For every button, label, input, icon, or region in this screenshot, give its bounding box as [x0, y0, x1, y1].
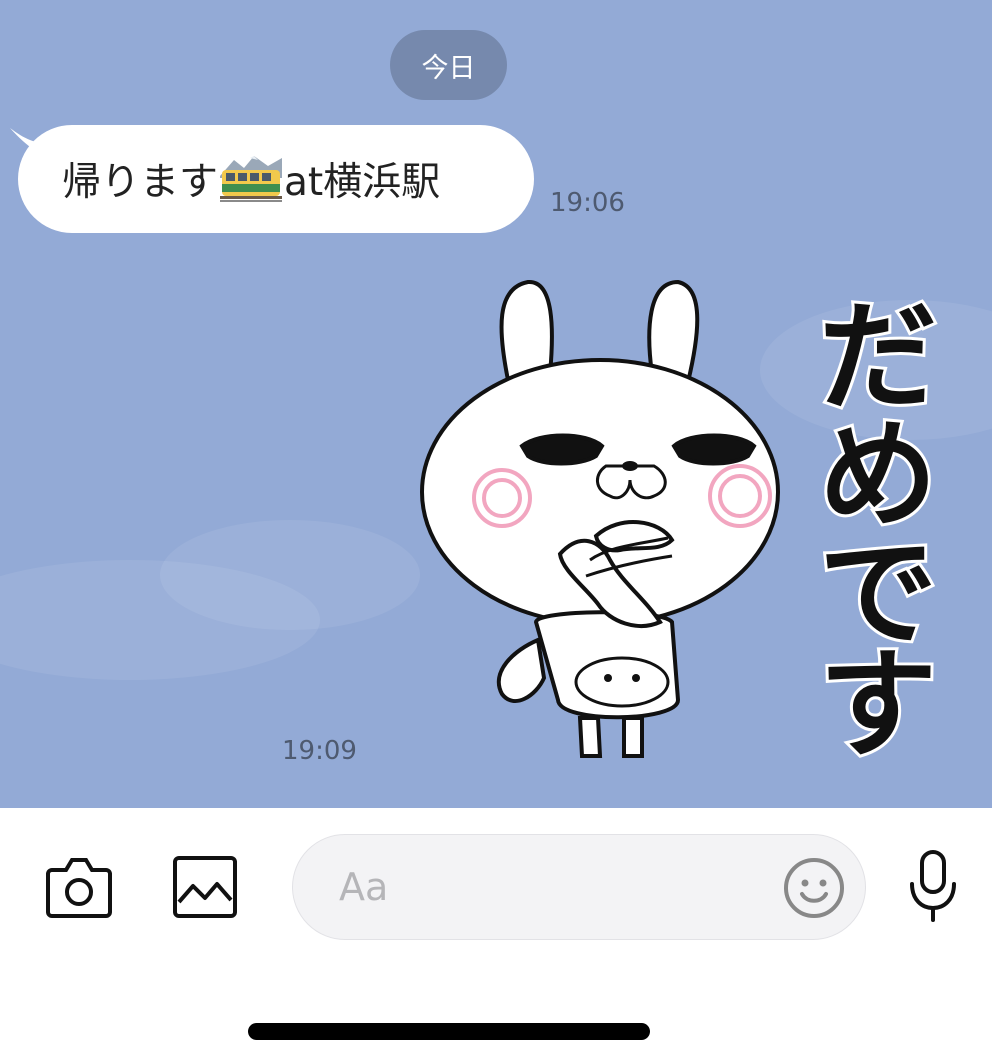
train-emoji-icon	[220, 156, 283, 202]
message-bubble[interactable]: 帰ります at横浜駅	[18, 125, 534, 233]
message-time: 19:06	[550, 188, 625, 218]
sticker-char: す	[819, 636, 937, 770]
home-indicator[interactable]	[248, 1023, 650, 1040]
message-text: at横浜駅	[284, 160, 441, 205]
message-input[interactable]	[292, 834, 866, 940]
image-button[interactable]	[168, 852, 242, 922]
message-time: 19:09	[282, 736, 357, 766]
rabbit-sticker[interactable]: だ め で す	[410, 270, 970, 770]
microphone-icon	[910, 850, 956, 922]
microphone-button[interactable]	[900, 848, 966, 924]
camera-icon	[46, 858, 112, 918]
message-text-field[interactable]	[337, 864, 761, 910]
camera-button[interactable]	[42, 852, 116, 922]
date-chip: 今日	[390, 30, 507, 100]
smiley-icon[interactable]	[783, 857, 845, 919]
chat-area[interactable]: 今日 帰ります at横浜駅 19:06 だ め で す 19:09	[0, 0, 992, 808]
image-icon	[173, 856, 237, 918]
chat-screen: 今日 帰ります at横浜駅 19:06 だ め で す 19:09 Aa	[0, 0, 992, 1063]
background-cloud	[160, 520, 420, 630]
sticker-text: だ め で す	[816, 285, 940, 770]
message-text: 帰ります	[62, 160, 219, 205]
